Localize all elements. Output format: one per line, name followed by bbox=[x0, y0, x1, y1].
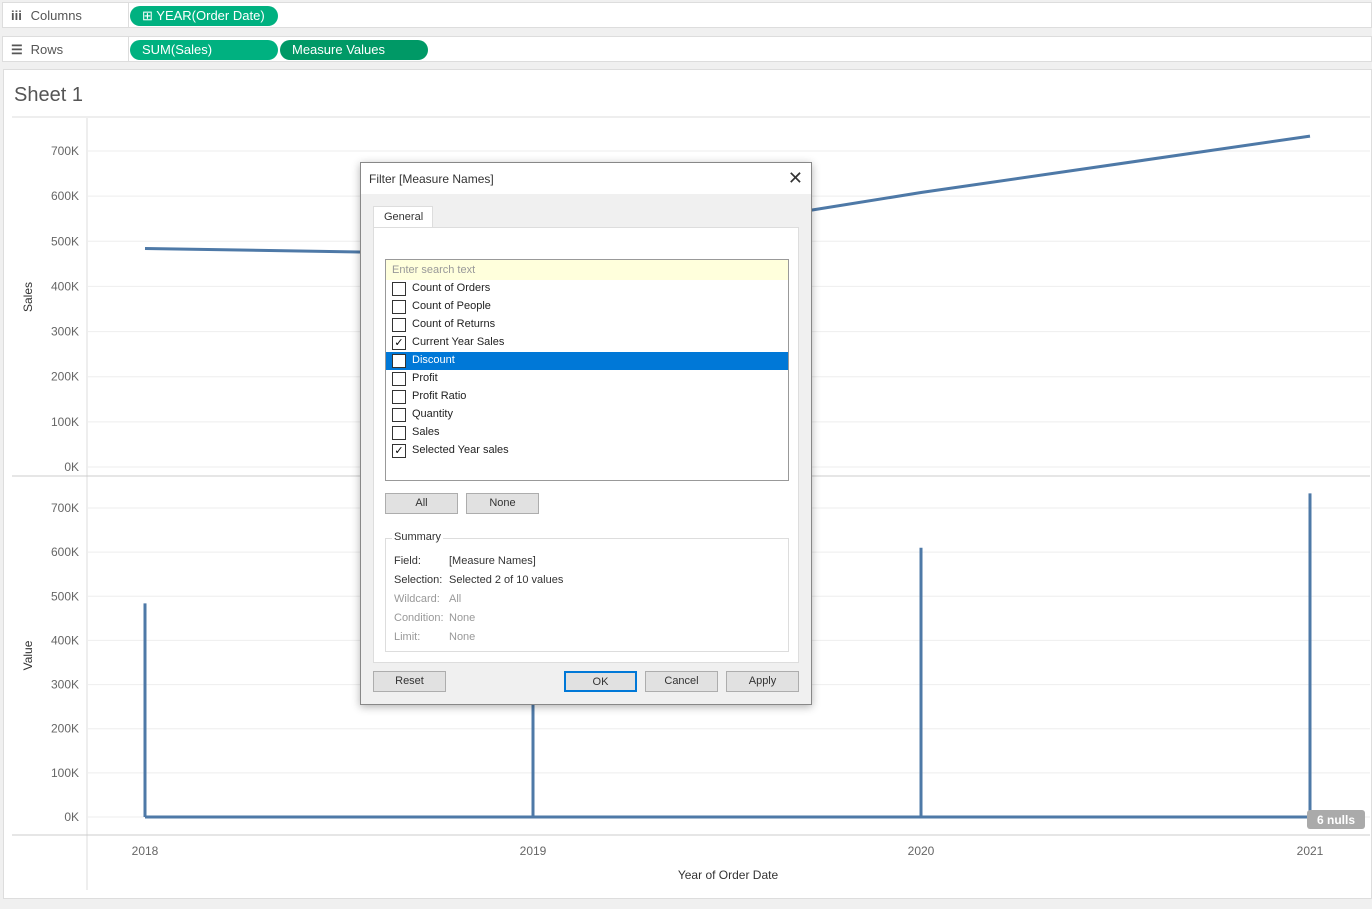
y-tick-label: 300K bbox=[51, 325, 79, 339]
x-tick-label: 2018 bbox=[132, 844, 159, 858]
x-tick-label: 2020 bbox=[908, 844, 935, 858]
tab-general[interactable]: General bbox=[373, 206, 433, 228]
y-tick-label: 0K bbox=[64, 460, 79, 474]
reset-button[interactable]: Reset bbox=[373, 671, 446, 692]
y-tick-label: 500K bbox=[51, 234, 79, 248]
checkbox[interactable]: ✓ bbox=[392, 444, 406, 458]
summary-group: Summary Field: [Measure Names] Selection:… bbox=[385, 531, 789, 652]
y-tick-label: 700K bbox=[51, 501, 79, 515]
y-tick-label: 200K bbox=[51, 722, 79, 736]
x-tick-label: 2021 bbox=[1297, 844, 1324, 858]
y-tick-label: 400K bbox=[51, 633, 79, 647]
y-tick-label: 0K bbox=[64, 810, 79, 824]
close-icon[interactable]: ✕ bbox=[788, 168, 803, 189]
checkbox[interactable] bbox=[392, 282, 406, 296]
list-item[interactable]: Count of People bbox=[386, 298, 788, 316]
y-tick-label: 500K bbox=[51, 589, 79, 603]
filter-dialog: Filter [Measure Names] ✕ General Enter s… bbox=[360, 162, 812, 705]
list-item[interactable]: ✓ Current Year Sales bbox=[386, 334, 788, 352]
checkbox[interactable]: ✓ bbox=[392, 336, 406, 350]
list-item-label: Profit Ratio bbox=[412, 390, 467, 402]
summary-limit: Limit: None bbox=[394, 631, 476, 643]
list-item[interactable]: Profit Ratio bbox=[386, 388, 788, 406]
all-button[interactable]: All bbox=[385, 493, 458, 514]
dialog-title: Filter [Measure Names] bbox=[361, 163, 811, 194]
y-tick-label: 300K bbox=[51, 678, 79, 692]
measure-list: Count of Orders Count of People Count of R… bbox=[385, 280, 789, 481]
checkbox[interactable] bbox=[392, 354, 406, 368]
list-item-label: Selected Year sales bbox=[412, 444, 509, 456]
list-item[interactable]: Count of Returns bbox=[386, 316, 788, 334]
summary-field: Field: [Measure Names] bbox=[394, 555, 536, 567]
checkbox[interactable] bbox=[392, 372, 406, 386]
list-item[interactable]: Sales bbox=[386, 424, 788, 442]
list-item-label: Count of People bbox=[412, 300, 491, 312]
summary-title: Summary bbox=[392, 531, 444, 543]
list-item-label: Current Year Sales bbox=[412, 336, 505, 348]
y-tick-label: 600K bbox=[51, 189, 79, 203]
list-item[interactable]: Count of Orders bbox=[386, 280, 788, 298]
y-axis-title: Sales bbox=[21, 282, 35, 312]
list-item[interactable]: ✓ Selected Year sales bbox=[386, 442, 788, 460]
y-axis-title: Value bbox=[21, 640, 35, 670]
nulls-badge-text: 6 nulls bbox=[1317, 813, 1355, 827]
list-item[interactable]: Discount bbox=[386, 352, 788, 370]
list-item-label: Profit bbox=[412, 372, 438, 384]
search-input[interactable]: Enter search text bbox=[385, 259, 789, 281]
y-tick-label: 600K bbox=[51, 545, 79, 559]
list-item[interactable]: Profit bbox=[386, 370, 788, 388]
cancel-button[interactable]: Cancel bbox=[645, 671, 718, 692]
list-item-label: Count of Returns bbox=[412, 318, 496, 330]
checkbox[interactable] bbox=[392, 426, 406, 440]
list-item[interactable]: Quantity bbox=[386, 406, 788, 424]
y-tick-label: 200K bbox=[51, 370, 79, 384]
list-item-label: Count of Orders bbox=[412, 282, 491, 294]
summary-selection: Selection: Selected 2 of 10 values bbox=[394, 574, 564, 586]
none-button[interactable]: None bbox=[466, 493, 539, 514]
checkbox[interactable] bbox=[392, 318, 406, 332]
y-tick-label: 700K bbox=[51, 144, 79, 158]
checkbox[interactable] bbox=[392, 390, 406, 404]
list-item-label: Quantity bbox=[412, 408, 453, 420]
list-item-label: Sales bbox=[412, 426, 440, 438]
apply-button[interactable]: Apply bbox=[726, 671, 799, 692]
x-tick-label: 2019 bbox=[520, 844, 547, 858]
x-axis-title: Year of Order Date bbox=[678, 868, 779, 882]
ok-button[interactable]: OK bbox=[564, 671, 637, 692]
checkbox[interactable] bbox=[392, 408, 406, 422]
y-tick-label: 100K bbox=[51, 415, 79, 429]
y-tick-label: 100K bbox=[51, 766, 79, 780]
list-item-label: Discount bbox=[412, 354, 455, 366]
y-tick-label: 400K bbox=[51, 279, 79, 293]
summary-wildcard: Wildcard: All bbox=[394, 593, 462, 605]
checkbox[interactable] bbox=[392, 300, 406, 314]
summary-condition: Condition: None bbox=[394, 612, 476, 624]
tab-panel: Enter search text Count of Orders Count o… bbox=[373, 227, 799, 663]
